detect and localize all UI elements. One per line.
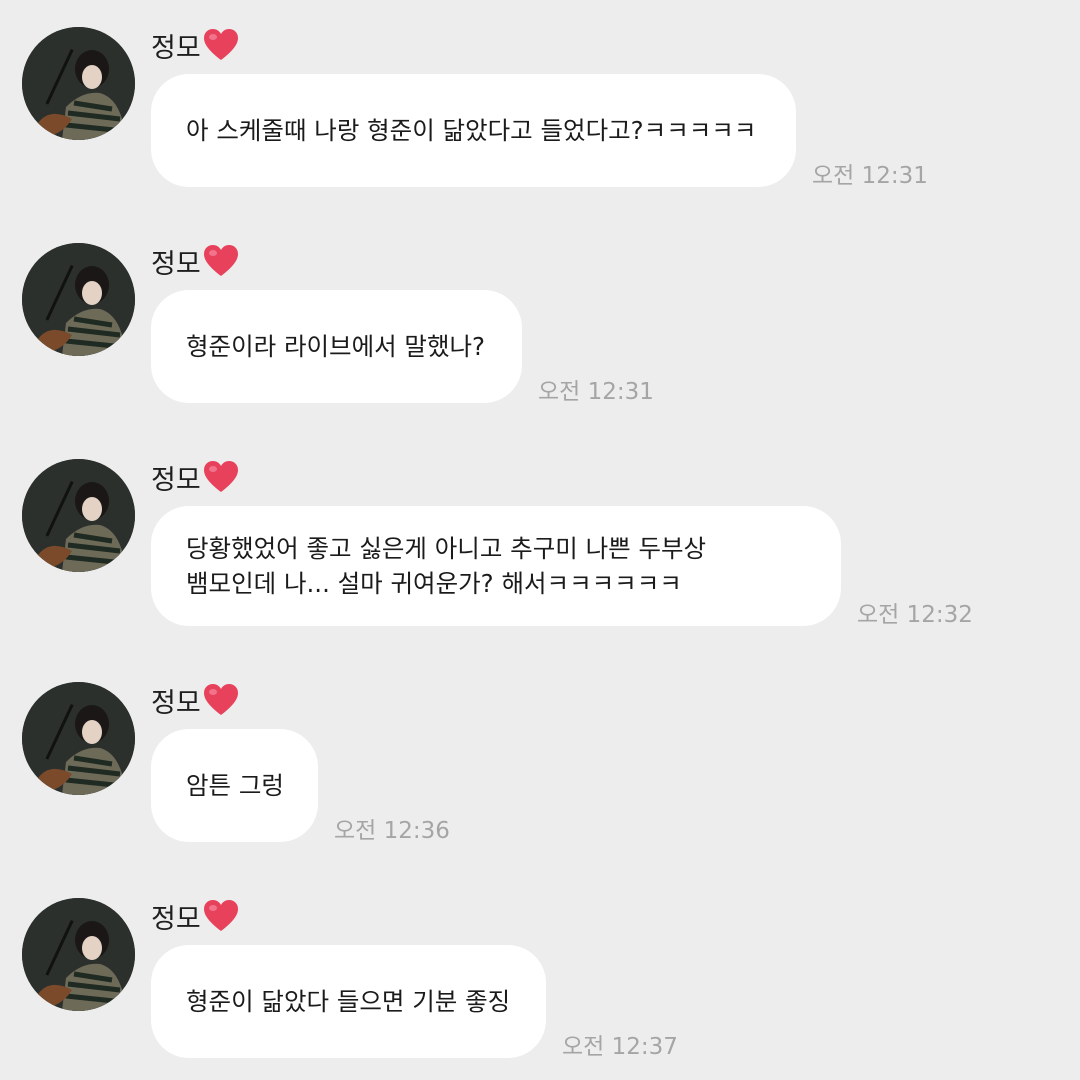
avatar[interactable] [22, 682, 135, 795]
sender-name-label: 정모 [151, 32, 201, 64]
message-timestamp: 오전 12:36 [334, 818, 450, 844]
message-bubble[interactable]: 아 스케줄때 나랑 형준이 닮았다고 들었다고?ㅋㅋㅋㅋㅋ [151, 74, 796, 187]
avatar[interactable] [22, 459, 135, 572]
avatar[interactable] [22, 243, 135, 356]
avatar-photo [22, 898, 135, 1011]
message-bubble[interactable]: 형준이라 라이브에서 말했나? [151, 290, 522, 403]
heart-icon [203, 244, 239, 278]
message-bubble[interactable]: 암튼 그렁 [151, 729, 318, 842]
avatar-photo [22, 682, 135, 795]
message-text: 암튼 그렁 [186, 771, 284, 800]
sender-name-label: 정모 [151, 248, 201, 280]
message-bubble[interactable]: 당황했었어 좋고 싫은게 아니고 추구미 나쁜 두부상 뱀모인데 나... 설마… [151, 506, 841, 626]
message-text: 형준이라 라이브에서 말했나? [186, 332, 486, 361]
heart-icon [203, 460, 239, 494]
avatar[interactable] [22, 898, 135, 1011]
sender-name: 정모 [151, 457, 239, 497]
message-timestamp: 오전 12:37 [562, 1034, 678, 1060]
message-text: 아 스케줄때 나랑 형준이 닮았다고 들었다고?ㅋㅋㅋㅋㅋ [186, 116, 757, 145]
avatar[interactable] [22, 27, 135, 140]
sender-name-label: 정모 [151, 687, 201, 719]
avatar-photo [22, 459, 135, 572]
message-timestamp: 오전 12:31 [538, 379, 654, 405]
sender-name: 정모 [151, 241, 239, 281]
avatar-photo [22, 27, 135, 140]
avatar-photo [22, 243, 135, 356]
heart-icon [203, 28, 239, 62]
heart-icon [203, 683, 239, 717]
message-timestamp: 오전 12:31 [812, 163, 928, 189]
message-text: 당황했었어 좋고 싫은게 아니고 추구미 나쁜 두부상 뱀모인데 나... 설마… [186, 534, 707, 598]
message-text: 형준이 닮았다 들으면 기분 좋징 [186, 987, 511, 1016]
message-timestamp: 오전 12:32 [857, 602, 973, 628]
sender-name: 정모 [151, 896, 239, 936]
sender-name-label: 정모 [151, 903, 201, 935]
heart-icon [203, 899, 239, 933]
message-bubble[interactable]: 형준이 닮았다 들으면 기분 좋징 [151, 945, 546, 1058]
sender-name: 정모 [151, 680, 239, 720]
sender-name-label: 정모 [151, 464, 201, 496]
sender-name: 정모 [151, 25, 239, 65]
